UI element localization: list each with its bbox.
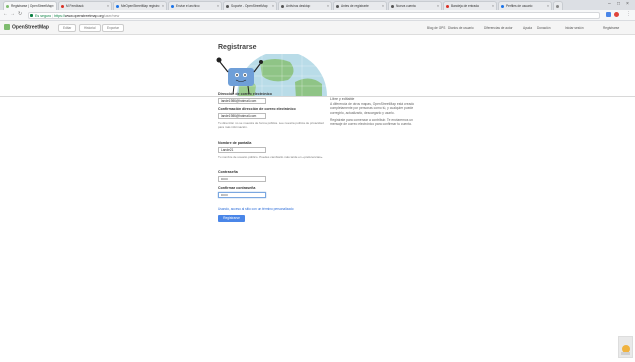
site-header: OpenStreetMap Editar Historial Exportar … <box>0 21 635 35</box>
tab-label: Antes de registrarte <box>341 4 369 8</box>
edit-button[interactable]: Editar <box>58 24 77 32</box>
nav-link-donate[interactable]: Donación <box>537 26 550 30</box>
email-field[interactable]: lande1986@hotmail.com <box>218 98 266 104</box>
browser-toolbar: ← → ↻ Es seguro | https://www.openstreet… <box>0 10 635 21</box>
history-button[interactable]: Historial <box>79 24 101 32</box>
password-confirm-label: Confirmar contraseña <box>218 186 256 190</box>
tab-label: Soporte - OpenStreetMap <box>231 4 268 8</box>
tab-label: Bandeja de entrada <box>451 4 479 8</box>
browser-tab[interactable]: Antes de registrarte × <box>333 1 387 10</box>
osm-logo-icon <box>4 24 10 30</box>
tab-favicon-icon <box>116 5 119 8</box>
close-window-button[interactable]: × <box>626 1 629 7</box>
browser-tab[interactable]: Perfiles de usuario × <box>498 1 552 10</box>
tab-close-icon[interactable]: × <box>547 2 549 10</box>
site-logo-text: OpenStreetMap <box>12 24 49 31</box>
email-confirm-field[interactable]: lande1986@hotmail.com <box>218 113 266 119</box>
tab-favicon-icon <box>556 5 559 8</box>
extension-record-icon[interactable] <box>614 12 619 17</box>
tab-close-icon[interactable]: × <box>327 2 329 10</box>
browser-tab[interactable]: Registrarse | OpenStreetMap × <box>3 1 57 10</box>
email-label: Dirección de correo electrónico <box>218 92 272 96</box>
tab-favicon-icon <box>61 5 64 8</box>
browser-tab[interactable]: M Feedback × <box>58 1 112 10</box>
tab-close-icon[interactable]: × <box>162 2 164 10</box>
tab-favicon-icon <box>501 5 504 8</box>
password-field[interactable]: •••••• <box>218 176 266 182</box>
email-confirm-label: Confirmación dirección de correo electró… <box>218 107 296 111</box>
browser-tab[interactable]: Antivirus desktop × <box>278 1 332 10</box>
tab-label: MeOpenStreetMap registro <box>121 4 160 8</box>
browser-tab[interactable]: Bandeja de entrada × <box>443 1 497 10</box>
tab-label: Registrarse | OpenStreetMap <box>11 4 53 8</box>
nav-link-copyright[interactable]: Diferencias de autor <box>484 26 513 30</box>
side-heading: Libre y editable <box>330 97 355 101</box>
side-text: A diferencia de otros mapas, OpenStreetM… <box>330 102 415 115</box>
nav-link-diaries[interactable]: Diarios de usuario <box>448 26 474 30</box>
url-host: www.openstreetmap.org <box>64 13 104 18</box>
email-hint: Tu dirección no se muestra de forma públ… <box>218 121 324 130</box>
nav-link-gps[interactable]: Blog de GPS <box>427 26 445 30</box>
username-field[interactable]: Lande21 <box>218 147 266 153</box>
browser-tab[interactable]: Enviar el archivo × <box>168 1 222 10</box>
password-confirm-field[interactable]: •••••• <box>218 192 266 198</box>
nav-link-login[interactable]: Iniciar sesión <box>565 26 584 30</box>
tab-label: M Feedback <box>66 4 84 8</box>
tab-close-icon[interactable]: × <box>217 2 219 10</box>
page-title: Registrarse <box>218 44 257 51</box>
tab-label: Nueva cuenta <box>396 4 416 8</box>
reload-button[interactable]: ↻ <box>18 11 22 17</box>
username-hint: Tu nombre de usuario público. Puedes cam… <box>218 155 324 159</box>
tab-close-icon[interactable]: × <box>52 2 54 10</box>
back-button[interactable]: ← <box>3 11 8 17</box>
maximize-button[interactable]: □ <box>617 1 620 7</box>
tab-label: Antivirus desktop <box>286 4 311 8</box>
browser-tab[interactable] <box>553 1 563 10</box>
tab-close-icon[interactable]: × <box>382 2 384 10</box>
forward-button[interactable]: → <box>10 11 15 17</box>
secure-label: Es seguro <box>35 13 52 18</box>
globe-mascot-icon <box>216 54 327 96</box>
url-path: /user/new <box>103 13 120 18</box>
corner-widget[interactable] <box>618 336 633 358</box>
site-logo[interactable]: OpenStreetMap <box>4 24 49 30</box>
browser-tab[interactable]: Soporte - OpenStreetMap × <box>223 1 277 10</box>
browser-tab[interactable]: MeOpenStreetMap registro × <box>113 1 167 10</box>
tab-label: Perfiles de usuario <box>506 4 533 8</box>
tab-favicon-icon <box>281 5 284 8</box>
openid-link[interactable]: Usando, acceso al sitio con un término p… <box>218 207 293 211</box>
browser-menu-icon[interactable]: ⋮ <box>626 11 631 17</box>
help-widget-icon <box>621 345 630 355</box>
tab-favicon-icon <box>446 5 449 8</box>
browser-tab[interactable]: Nueva cuenta × <box>388 1 442 10</box>
nav-link-help[interactable]: Ayuda <box>523 26 532 30</box>
tab-close-icon[interactable]: × <box>492 2 494 10</box>
address-bar[interactable]: Es seguro | https://www.openstreetmap.or… <box>28 11 600 19</box>
minimize-button[interactable]: – <box>608 1 611 7</box>
tab-favicon-icon <box>6 5 9 8</box>
tab-favicon-icon <box>171 5 174 8</box>
username-label: Nombre de pantalla <box>218 141 252 145</box>
side-text-2: Regístrate para comenzar a contribuir. T… <box>330 118 413 127</box>
tab-favicon-icon <box>336 5 339 8</box>
export-button[interactable]: Exportar <box>102 24 125 32</box>
password-label: Contraseña <box>218 170 238 174</box>
tab-label: Enviar el archivo <box>176 4 200 8</box>
hero-divider <box>0 96 635 97</box>
hero-illustration <box>200 54 440 96</box>
tab-close-icon[interactable]: × <box>107 2 109 10</box>
nav-link-signup[interactable]: Registrarse <box>603 26 619 30</box>
tab-close-icon[interactable]: × <box>437 2 439 10</box>
extension-icon[interactable] <box>606 12 611 17</box>
url-scheme: https:// <box>54 13 65 18</box>
tab-favicon-icon <box>391 5 394 8</box>
tab-close-icon[interactable]: × <box>272 2 274 10</box>
submit-button[interactable]: Registrarse <box>218 215 245 222</box>
lock-icon <box>30 14 33 17</box>
tab-favicon-icon <box>226 5 229 8</box>
browser-tab-strip: Registrarse | OpenStreetMap × M Feedback × M… <box>0 0 635 10</box>
